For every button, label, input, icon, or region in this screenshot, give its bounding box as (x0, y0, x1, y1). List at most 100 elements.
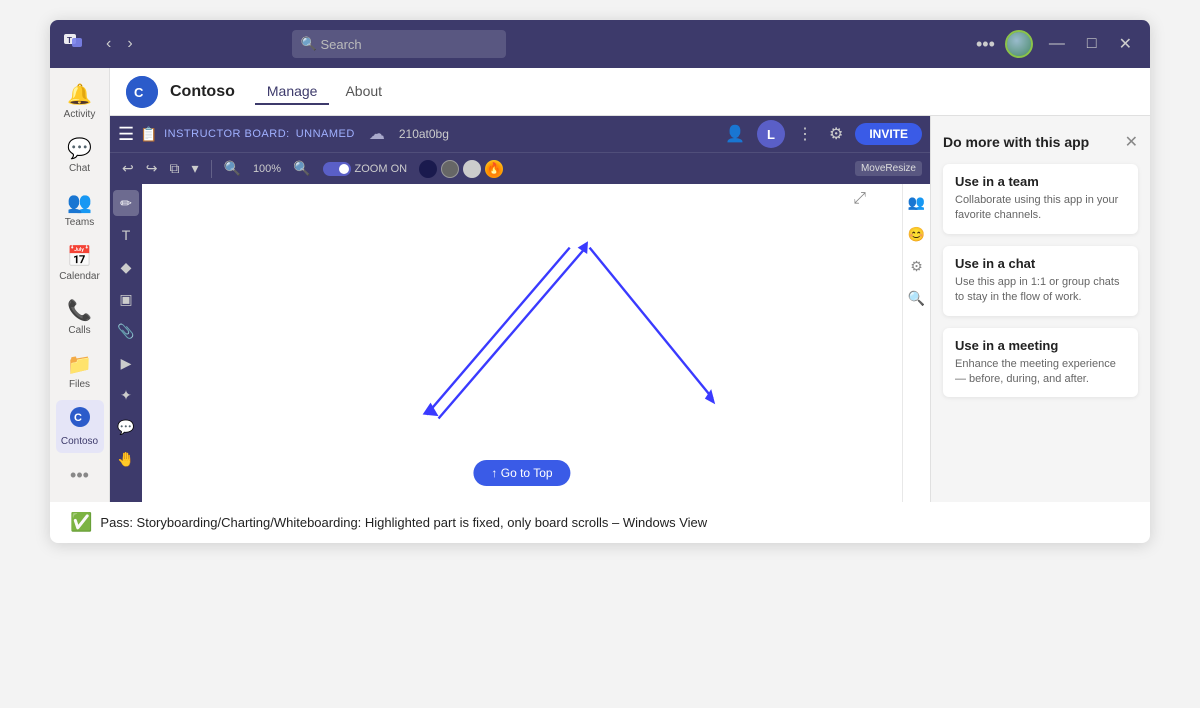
go-to-top-button[interactable]: ↑ Go to Top (473, 460, 570, 486)
sidebar-item-calendar[interactable]: 📅 Calendar (56, 238, 104, 288)
settings-icon[interactable]: ⚙ (825, 122, 847, 146)
settings-panel-icon[interactable]: ⚙ (905, 254, 929, 278)
sidebar-item-label: Contoso (61, 436, 98, 447)
drawing-svg (142, 184, 902, 502)
content-area: C Contoso Manage About ☰ 📋 (110, 68, 1150, 502)
close-button[interactable]: ✕ (1113, 32, 1138, 56)
wb-menu-icon[interactable]: ☰ (118, 124, 134, 145)
use-in-meeting-desc: Enhance the meeting experience — before,… (955, 357, 1126, 388)
app-tabs: Manage About (255, 79, 394, 105)
reaction-icon[interactable]: 😊 (905, 222, 929, 246)
calendar-icon: 📅 (67, 244, 92, 269)
color-swatch-dark[interactable] (419, 160, 437, 178)
undo-button[interactable]: ↩ (118, 158, 138, 179)
pass-icon: ✅ (70, 512, 92, 533)
main-row: 🔔 Activity 💬 Chat 👥 Teams 📅 Calendar 📞 C… (50, 68, 1150, 502)
wb-top-toolbar: ☰ 📋 INSTRUCTOR BOARD: Unnamed ☁ 210at0bg… (110, 116, 930, 152)
contoso-icon: C (69, 406, 91, 434)
sidebar-more-button[interactable]: ••• (62, 457, 97, 494)
files-icon: 📁 (67, 352, 92, 377)
wb-right-icons: 👥 😊 ⚙ 🔍 (902, 184, 930, 502)
expand-icon[interactable]: ⤢ (853, 190, 866, 208)
more-options-button[interactable]: ••• (976, 34, 995, 55)
minimize-button[interactable]: — (1043, 33, 1071, 55)
forward-button[interactable]: › (121, 33, 138, 55)
tab-manage[interactable]: Manage (255, 79, 330, 105)
sidebar-item-calls[interactable]: 📞 Calls (56, 292, 104, 342)
pointer-tool[interactable]: ▶ (113, 350, 139, 376)
do-more-panel: Do more with this app ✕ Use in a team Co… (930, 116, 1150, 502)
color-swatch-fire[interactable]: 🔥 (485, 160, 503, 178)
use-in-chat-title: Use in a chat (955, 256, 1126, 271)
sparkle-tool[interactable]: ✦ (113, 382, 139, 408)
svg-text:C: C (134, 85, 144, 100)
pencil-tool[interactable]: ✏ (113, 190, 139, 216)
dropdown-button[interactable]: ▾ (187, 158, 202, 179)
use-in-team-card: Use in a team Collaborate using this app… (943, 164, 1138, 234)
sidebar-item-activity[interactable]: 🔔 Activity (56, 76, 104, 126)
wb-right-buttons: 👤 L ⋮ ⚙ INVITE (721, 120, 922, 148)
hand-tool[interactable]: 🤚 (113, 446, 139, 472)
search-icon: 🔍 (300, 36, 316, 52)
user-avatar[interactable] (1005, 30, 1033, 58)
attach-tool[interactable]: 📎 (113, 318, 139, 344)
do-more-header: Do more with this app ✕ (943, 132, 1138, 152)
sidebar-item-label: Chat (69, 163, 90, 174)
chat-icon: 💬 (67, 136, 92, 161)
copy-button[interactable]: ⧉ (165, 158, 183, 179)
left-tool-panel: ✏ T ◆ ▣ 📎 ▶ ✦ 💬 🤚 (110, 184, 142, 502)
wb-draw-toolbar: ↩ ↪ ⧉ ▾ 🔍 100% 🔍 ZOOM ON (110, 152, 930, 184)
sidebar-item-files[interactable]: 📁 Files (56, 346, 104, 396)
zoom-toggle: ZOOM ON (323, 162, 408, 176)
sidebar-item-teams[interactable]: 👥 Teams (56, 184, 104, 234)
use-in-team-title: Use in a team (955, 174, 1126, 189)
sidebar-item-chat[interactable]: 💬 Chat (56, 130, 104, 180)
more-options-wb-icon[interactable]: ⋮ (793, 122, 817, 146)
participants-panel-icon[interactable]: 👥 (905, 190, 929, 214)
participants-icon[interactable]: 👤 (721, 122, 749, 146)
inner-split: ☰ 📋 INSTRUCTOR BOARD: Unnamed ☁ 210at0bg… (110, 116, 1150, 502)
title-bar: T ‹ › 🔍 ••• — □ ✕ (50, 20, 1150, 68)
maximize-button[interactable]: □ (1081, 33, 1103, 55)
teams-logo-icon: T (62, 30, 84, 58)
app-logo: C (126, 76, 158, 108)
do-more-title: Do more with this app (943, 134, 1089, 150)
caption-text: Pass: Storyboarding/Charting/Whiteboardi… (100, 515, 707, 530)
title-bar-right: ••• — □ ✕ (976, 30, 1138, 58)
board-name: Unnamed (296, 128, 355, 140)
do-more-close-button[interactable]: ✕ (1125, 132, 1138, 152)
toolbar-separator (211, 160, 212, 178)
zoom-label: ZOOM ON (355, 163, 408, 175)
use-in-meeting-card: Use in a meeting Enhance the meeting exp… (943, 328, 1138, 398)
redo-button[interactable]: ↪ (142, 158, 162, 179)
select-tool[interactable]: ▣ (113, 286, 139, 312)
zoom-out-button[interactable]: 🔍 (220, 158, 245, 179)
comment-tool[interactable]: 💬 (113, 414, 139, 440)
use-in-chat-card: Use in a chat Use this app in 1:1 or gro… (943, 246, 1138, 316)
app-window: T ‹ › 🔍 ••• — □ ✕ 🔔 Activity (50, 20, 1150, 543)
color-swatch-gray[interactable] (441, 160, 459, 178)
svg-text:C: C (74, 412, 82, 424)
sidebar-item-label: Calendar (59, 271, 100, 282)
svg-text:T: T (67, 36, 72, 45)
user-avatar-wb[interactable]: L (757, 120, 785, 148)
shape-tool[interactable]: ◆ (113, 254, 139, 280)
text-tool[interactable]: T (113, 222, 139, 248)
sidebar: 🔔 Activity 💬 Chat 👥 Teams 📅 Calendar 📞 C… (50, 68, 110, 502)
cloud-sync-icon[interactable]: ☁ (369, 124, 385, 144)
use-in-meeting-title: Use in a meeting (955, 338, 1126, 353)
username-display: 210at0bg (399, 127, 449, 141)
bottom-caption: ✅ Pass: Storyboarding/Charting/Whiteboar… (50, 502, 1150, 543)
sidebar-item-contoso[interactable]: C Contoso (56, 400, 104, 453)
back-button[interactable]: ‹ (100, 33, 117, 55)
activity-icon: 🔔 (67, 82, 92, 107)
search-input[interactable] (292, 30, 506, 58)
invite-button[interactable]: INVITE (855, 123, 922, 145)
sidebar-item-label: Activity (64, 109, 96, 120)
zoom-toggle-switch[interactable] (323, 162, 351, 176)
zoom-panel-icon[interactable]: 🔍 (905, 286, 929, 310)
board-label: INSTRUCTOR BOARD: (164, 128, 290, 140)
zoom-in-button[interactable]: 🔍 (289, 158, 314, 179)
tab-about[interactable]: About (333, 79, 394, 105)
color-swatch-light[interactable] (463, 160, 481, 178)
